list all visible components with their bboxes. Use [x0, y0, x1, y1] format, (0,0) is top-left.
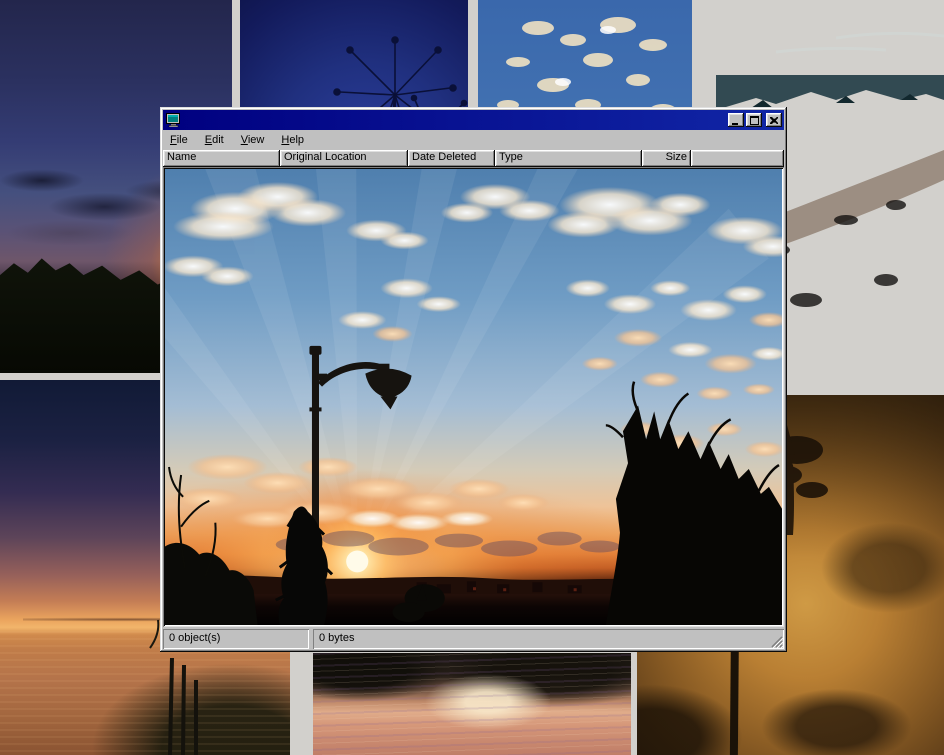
status-size-text: 0 bytes: [319, 632, 354, 644]
close-button[interactable]: [766, 113, 782, 127]
column-header-type[interactable]: Type: [495, 150, 642, 167]
folder-view[interactable]: [163, 167, 784, 627]
sunset-lamp-photo: [165, 169, 782, 625]
wallpaper-photo-water-reflection: [313, 653, 631, 755]
column-header-row: Name Original Location Date Deleted Type…: [163, 150, 784, 167]
maximize-icon: [750, 116, 759, 125]
menu-view[interactable]: View: [235, 132, 271, 148]
computer-icon: [166, 113, 181, 127]
resize-grip-icon[interactable]: [770, 635, 783, 648]
window-controls: [726, 113, 782, 127]
title-bar[interactable]: [163, 110, 784, 130]
menu-bar: File Edit View Help: [163, 130, 784, 150]
column-header-original-location[interactable]: Original Location: [280, 150, 408, 167]
status-object-count: 0 object(s): [163, 629, 309, 649]
close-icon: [770, 117, 778, 124]
desktop: { "desktop": { "collage_note": "" }, "wi…: [0, 0, 944, 755]
minimize-icon: [732, 118, 740, 125]
menu-file[interactable]: File: [164, 132, 194, 148]
maximize-button[interactable]: [746, 113, 762, 127]
status-size: 0 bytes: [313, 629, 784, 649]
reflection-waves: [313, 653, 631, 755]
minimize-button[interactable]: [728, 113, 744, 127]
menu-help[interactable]: Help: [275, 132, 310, 148]
column-header-date-deleted[interactable]: Date Deleted: [408, 150, 495, 167]
status-bar: 0 object(s) 0 bytes: [163, 629, 784, 649]
column-header-filler: [691, 150, 784, 167]
column-header-name[interactable]: Name: [163, 150, 280, 167]
recycle-bin-window: File Edit View Help Name Original Locati…: [160, 107, 787, 652]
menu-edit[interactable]: Edit: [199, 132, 230, 148]
column-header-size[interactable]: Size: [642, 150, 691, 167]
